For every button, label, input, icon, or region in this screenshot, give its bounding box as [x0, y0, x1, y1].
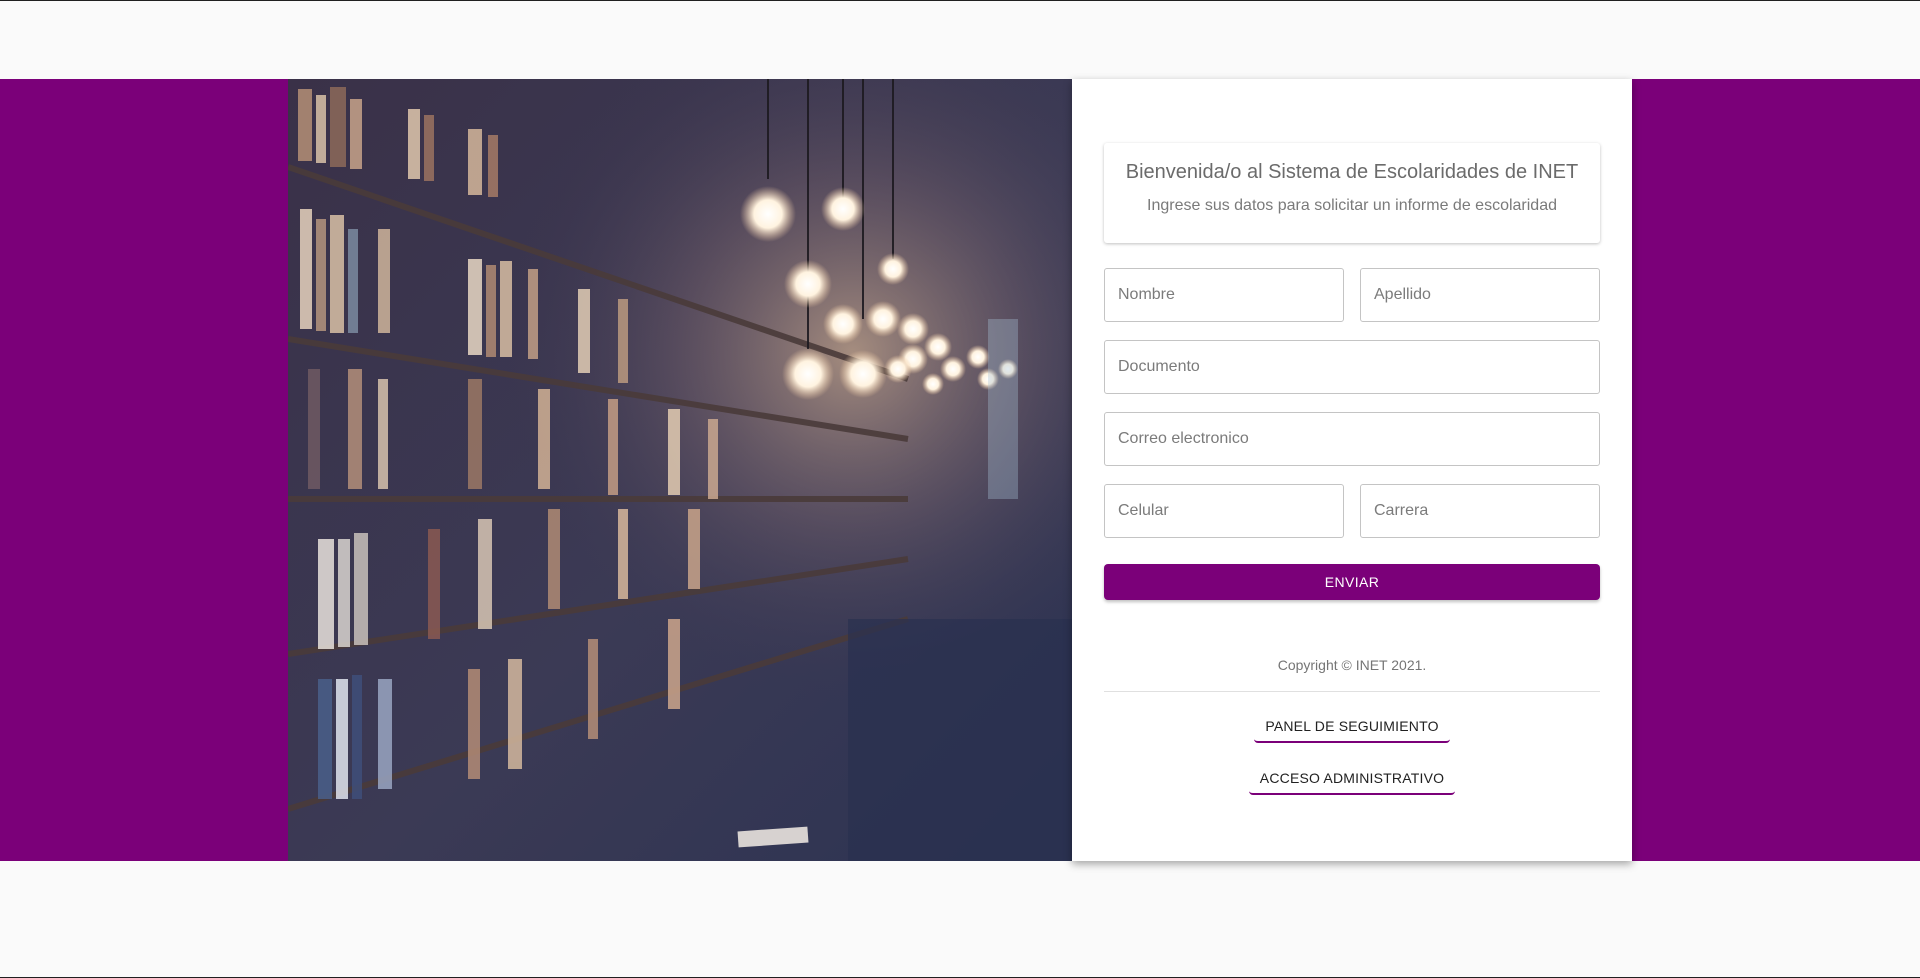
carrera-input[interactable] — [1361, 485, 1599, 537]
page-title: Bienvenida/o al Sistema de Escolaridades… — [1125, 161, 1579, 183]
celular-field[interactable] — [1104, 484, 1344, 538]
request-form-card: Bienvenida/o al Sistema de Escolaridades… — [1072, 79, 1632, 861]
nombre-field[interactable] — [1104, 268, 1344, 322]
correo-input[interactable] — [1105, 413, 1599, 465]
carrera-field[interactable] — [1360, 484, 1600, 538]
apellido-field[interactable] — [1360, 268, 1600, 322]
copyright-text: Copyright © INET 2021. — [1277, 657, 1427, 673]
panel-seguimiento-button[interactable]: PANEL DE SEGUIMIENTO — [1254, 711, 1450, 743]
documento-input[interactable] — [1105, 341, 1599, 393]
acceso-administrativo-button[interactable]: ACCESO ADMINISTRATIVO — [1249, 763, 1455, 795]
library-photo — [288, 79, 1072, 861]
welcome-header: Bienvenida/o al Sistema de Escolaridades… — [1104, 143, 1600, 243]
documento-field[interactable] — [1104, 340, 1600, 394]
correo-field[interactable] — [1104, 412, 1600, 466]
top-border — [0, 0, 1920, 1]
nombre-input[interactable] — [1105, 269, 1343, 321]
divider — [1104, 691, 1600, 692]
celular-input[interactable] — [1105, 485, 1343, 537]
hero-image — [288, 79, 1072, 861]
page-subtitle: Ingrese sus datos para solicitar un info… — [1147, 197, 1557, 214]
apellido-input[interactable] — [1361, 269, 1599, 321]
submit-button[interactable]: ENVIAR — [1104, 564, 1600, 600]
